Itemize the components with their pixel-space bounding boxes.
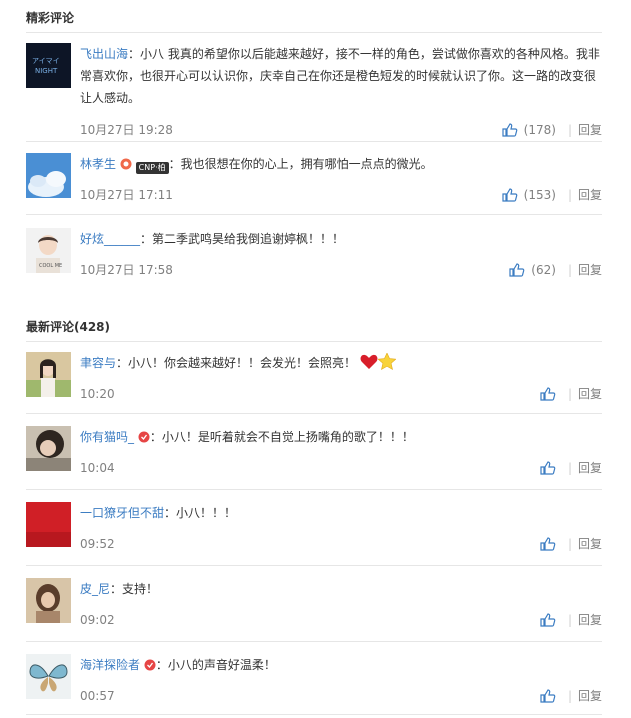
comment-username[interactable]: 皮_尼 <box>80 582 110 596</box>
reply-button[interactable]: 回复 <box>578 536 602 552</box>
comment-time: 00:57 <box>80 689 115 703</box>
comment-username[interactable]: 好炫______ <box>80 232 140 246</box>
comment-colon: ： <box>168 157 181 171</box>
comment-item: 皮_尼：支持！ 09:02 | 回复 <box>26 578 602 642</box>
thumbs-up-icon[interactable] <box>540 387 556 401</box>
comment-item: 聿容与：小八！你会越来越好！！会发光！会照亮！ 10:20 | 回复 <box>26 352 602 414</box>
comment-colon: ： <box>128 47 141 61</box>
comment-colon: ： <box>149 430 162 444</box>
verified-badge-icon <box>144 656 156 678</box>
comment-time: 09:52 <box>80 537 115 551</box>
comment-item: 你有猫吗_ ：小八！是听着就会不自觉上扬嘴角的歌了！！！ 10:04 | 回复 <box>26 426 602 490</box>
comment-time: 10:04 <box>80 461 115 475</box>
comment-colon: ： <box>155 658 168 672</box>
reply-button[interactable]: 回复 <box>578 688 602 704</box>
comment-colon: ： <box>110 582 123 596</box>
like-count: (62) <box>531 263 556 277</box>
svg-text:アイマイ: アイマイ <box>32 57 60 65</box>
comment-item: アイマイ NIGHT 飞出山海：小八 我真的希望你以后能越来越好，接不一样的角色… <box>26 43 602 142</box>
like-count: (153) <box>523 188 556 202</box>
reply-button[interactable]: 回复 <box>578 187 602 203</box>
comment-colon: ： <box>140 232 153 246</box>
comment-time: 10:20 <box>80 387 115 401</box>
comment-username[interactable]: 一口獠牙但不甜 <box>80 506 164 520</box>
comment-text: 小八 我真的希望你以后能越来越好，接不一样的角色，尝试做你喜欢的各种风格。我非常… <box>80 47 600 105</box>
divider: | <box>567 123 572 137</box>
reply-button[interactable]: 回复 <box>578 122 602 138</box>
comment-username[interactable]: 林孝生 <box>80 157 116 171</box>
reply-button[interactable]: 回复 <box>578 460 602 476</box>
thumbs-up-icon[interactable] <box>540 537 556 551</box>
featured-comments-section: 精彩评论 アイマイ NIGHT 飞出山海：小八 我真的希望你以后能越来越好，接不… <box>26 10 602 278</box>
reply-button[interactable]: 回复 <box>578 386 602 402</box>
featured-comments-title: 精彩评论 <box>26 10 602 33</box>
thumbs-up-icon[interactable] <box>540 461 556 475</box>
comment-text: 小八！是听着就会不自觉上扬嘴角的歌了！！！ <box>161 430 414 444</box>
comment-item: 一口獠牙但不甜：小八！！！ 09:52 | 回复 <box>26 502 602 566</box>
thumbs-up-icon[interactable] <box>502 123 518 137</box>
like-count: (178) <box>523 123 556 137</box>
thumbs-up-icon[interactable] <box>502 188 518 202</box>
comment-username[interactable]: 你有猫吗_ <box>80 430 134 444</box>
heart-emoji-icon <box>360 354 378 377</box>
comment-time: 10月27日 19:28 <box>80 123 173 137</box>
avatar[interactable] <box>26 578 71 623</box>
comment-item: 林孝生 CNP·柏 ：我也很想在你的心上，拥有哪怕一点点的微光。 10月27日 1… <box>26 153 602 215</box>
avatar[interactable] <box>26 426 71 471</box>
comment-text: 支持！ <box>122 582 159 596</box>
avatar[interactable] <box>26 502 71 547</box>
divider: | <box>567 461 572 475</box>
membership-badge: CNP·柏 <box>135 162 169 174</box>
comment-text: 第二季武鸣昊给我倒追谢婷枫！！！ <box>152 232 345 246</box>
verified-badge-icon <box>138 428 150 450</box>
avatar[interactable]: アイマイ NIGHT <box>26 43 71 88</box>
divider: | <box>567 689 572 703</box>
svg-text:COOL ME: COOL ME <box>39 263 62 269</box>
verified-badge-icon <box>120 155 132 177</box>
reply-button[interactable]: 回复 <box>578 262 602 278</box>
divider: | <box>567 263 572 277</box>
divider: | <box>567 387 572 401</box>
comment-username[interactable]: 飞出山海 <box>80 47 128 61</box>
star-emoji-icon <box>377 352 397 377</box>
comment-item: COOL ME 好炫______：第二季武鸣昊给我倒追谢婷枫！！！ 10月27日… <box>26 228 602 278</box>
thumbs-up-icon[interactable] <box>540 689 556 703</box>
thumbs-up-icon[interactable] <box>540 613 556 627</box>
thumbs-up-icon[interactable] <box>509 263 525 277</box>
comment-time: 09:02 <box>80 613 115 627</box>
avatar[interactable]: COOL ME <box>26 228 71 273</box>
avatar[interactable] <box>26 153 71 198</box>
comment-text: 小八！你会越来越好！！会发光！会照亮！ <box>128 356 357 370</box>
comment-text: 小八的声音好温柔！ <box>167 658 276 672</box>
comment-item: 海洋探险者 ：小八的声音好温柔！ 00:57 | 回复 <box>26 654 602 715</box>
latest-comments-section: 最新评论(428) 聿容与：小八！你会越来越好！！会发光！会照亮！ 10:20 … <box>26 319 602 715</box>
reply-button[interactable]: 回复 <box>578 612 602 628</box>
comment-time: 10月27日 17:58 <box>80 263 173 277</box>
comment-username[interactable]: 聿容与 <box>80 356 116 370</box>
comment-colon: ： <box>164 506 177 520</box>
avatar[interactable] <box>26 352 71 397</box>
latest-comments-title: 最新评论(428) <box>26 319 602 342</box>
divider: | <box>567 188 572 202</box>
divider: | <box>567 613 572 627</box>
comment-text: 我也很想在你的心上，拥有哪怕一点点的微光。 <box>180 157 433 171</box>
divider: | <box>567 537 572 551</box>
comment-username[interactable]: 海洋探险者 <box>80 658 140 672</box>
comment-time: 10月27日 17:11 <box>80 188 173 202</box>
comment-colon: ： <box>116 356 129 370</box>
comment-text: 小八！！！ <box>176 506 237 520</box>
svg-text:NIGHT: NIGHT <box>35 67 58 75</box>
avatar[interactable] <box>26 654 71 699</box>
